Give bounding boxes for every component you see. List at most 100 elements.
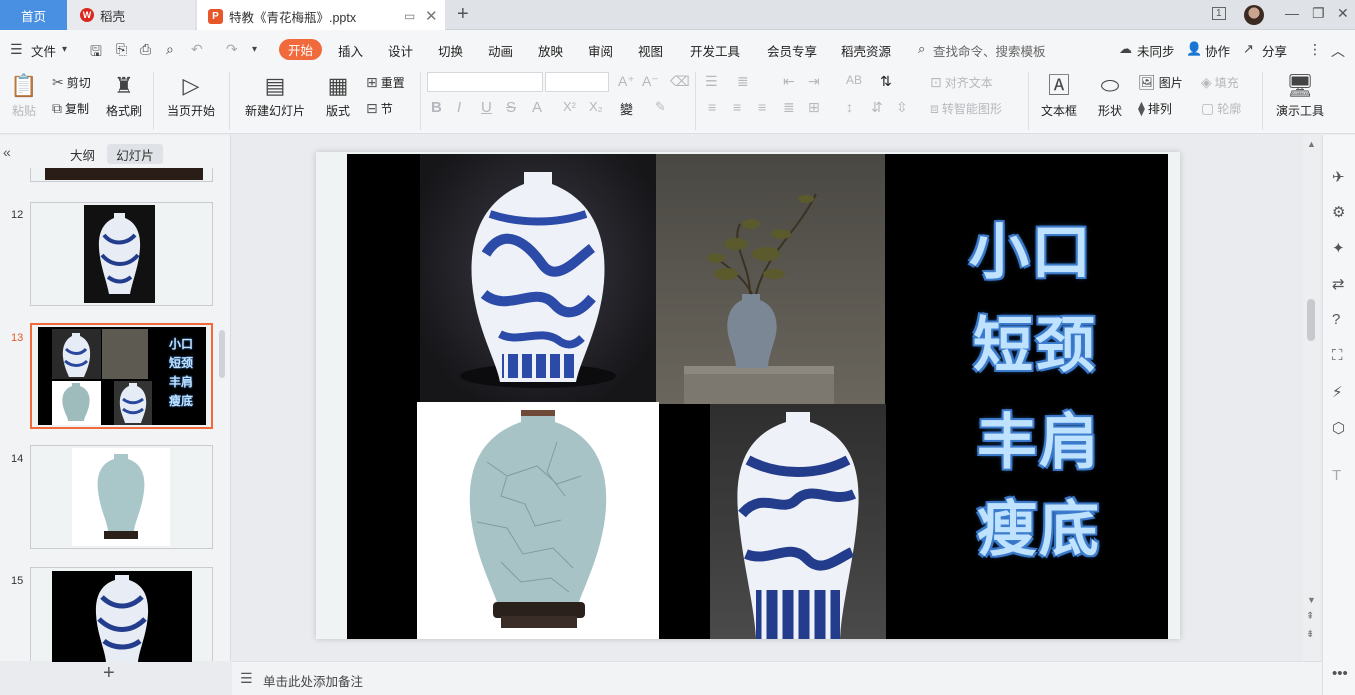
shape-button[interactable]: ⬭ 形状 bbox=[1091, 72, 1129, 119]
animation-pane-icon[interactable]: ✈ bbox=[1332, 168, 1345, 186]
new-tab-plus-icon[interactable]: + bbox=[457, 3, 469, 26]
more-options-icon[interactable]: ⋮ bbox=[1308, 41, 1322, 58]
command-search-input[interactable]: 查找命令、搜索模板 bbox=[933, 41, 1046, 60]
properties-icon[interactable]: ⚙ bbox=[1332, 203, 1345, 221]
pinyin-guide-icon[interactable]: 變 bbox=[620, 99, 633, 118]
subscript-icon[interactable]: X₂ bbox=[589, 99, 603, 114]
minimize-icon[interactable]: — bbox=[1285, 5, 1299, 21]
textbox-button[interactable]: 🄰 文本框 bbox=[1036, 72, 1082, 119]
save-icon[interactable]: 🖫 bbox=[90, 41, 102, 65]
decrease-font-icon[interactable]: A⁻ bbox=[642, 73, 659, 90]
font-color-icon[interactable]: A bbox=[532, 99, 542, 116]
font-size-select[interactable] bbox=[545, 72, 609, 92]
collapse-pane-icon[interactable]: « bbox=[3, 144, 11, 160]
share-button[interactable]: 分享 bbox=[1262, 41, 1287, 60]
dark-vase-with-plant-image[interactable] bbox=[656, 154, 885, 406]
superscript-icon[interactable]: X² bbox=[563, 99, 576, 114]
section-button[interactable]: ⊟ 节 bbox=[366, 100, 393, 117]
slide-text-small-mouth[interactable]: 小口 bbox=[969, 204, 1093, 291]
blue-white-figures-vase-image[interactable] bbox=[710, 404, 886, 639]
tab-outline[interactable]: 大纲 bbox=[70, 145, 95, 164]
scroll-up-arrow-icon[interactable]: ▲ bbox=[1307, 139, 1316, 149]
canvas-scrollbar[interactable]: ▲ ▼ ⇞ ⇟ bbox=[1303, 135, 1320, 661]
page-indicator-icon[interactable]: 1 bbox=[1212, 7, 1226, 20]
menu-insert[interactable]: 插入 bbox=[338, 41, 363, 60]
menu-review[interactable]: 审阅 bbox=[588, 41, 613, 60]
arrange-button[interactable]: ⧫ 排列 bbox=[1138, 100, 1172, 117]
increase-font-icon[interactable]: A⁺ bbox=[618, 73, 635, 90]
text-tool-icon[interactable]: T bbox=[1332, 467, 1341, 484]
transition-pane-icon[interactable]: ⇄ bbox=[1332, 275, 1345, 293]
notes-placeholder[interactable]: 单击此处添加备注 bbox=[263, 671, 363, 690]
align-center-icon[interactable]: ≡ bbox=[733, 99, 741, 115]
tab-slides[interactable]: 幻灯片 bbox=[107, 144, 163, 164]
hamburger-menu-icon[interactable]: ☰ bbox=[10, 41, 23, 58]
picture-button[interactable]: 🖼 图片 bbox=[1138, 74, 1183, 91]
strikethrough-icon[interactable]: S bbox=[506, 99, 516, 116]
distribute-icon[interactable]: ⊞ bbox=[808, 99, 820, 116]
tab-document[interactable]: P 特教《青花梅瓶》.pptx ▭ ✕ bbox=[197, 0, 445, 30]
format-painter-button[interactable]: ♜ 格式刷 bbox=[105, 72, 143, 119]
numbered-list-icon[interactable]: ≣ bbox=[737, 73, 749, 90]
menu-view[interactable]: 视图 bbox=[638, 41, 663, 60]
more-tools-icon[interactable]: ••• bbox=[1332, 665, 1348, 682]
scroll-thumb[interactable] bbox=[1307, 299, 1315, 341]
collaborate-button[interactable]: 协作 bbox=[1205, 41, 1230, 60]
slide-thumbnail-15[interactable] bbox=[30, 567, 213, 662]
line-spacing-icon[interactable]: ↕ bbox=[846, 99, 853, 115]
slide-thumbnail-12[interactable] bbox=[30, 202, 213, 306]
italic-icon[interactable]: I bbox=[457, 99, 461, 116]
layout-button[interactable]: ▦ 版式 bbox=[321, 72, 355, 119]
font-family-select[interactable] bbox=[427, 72, 543, 92]
close-window-icon[interactable]: ✕ bbox=[1337, 5, 1349, 22]
scroll-down-arrow-icon[interactable]: ▼ bbox=[1307, 595, 1316, 605]
menu-animation[interactable]: 动画 bbox=[488, 41, 513, 60]
align-left-icon[interactable]: ≡ bbox=[708, 99, 716, 115]
bold-icon[interactable]: B bbox=[431, 99, 442, 116]
slide-text-thin-base[interactable]: 瘦底 bbox=[977, 481, 1101, 568]
presentation-tools-button[interactable]: 🖥 演示工具 bbox=[1270, 72, 1330, 119]
menu-member[interactable]: 会员专享 bbox=[767, 41, 817, 60]
menu-design[interactable]: 设计 bbox=[388, 41, 413, 60]
align-right-icon[interactable]: ≡ bbox=[758, 99, 766, 115]
highlight-icon[interactable]: ✎ bbox=[655, 99, 666, 115]
tab-close-icon[interactable]: ✕ bbox=[425, 7, 438, 25]
celadon-crackle-vase-image[interactable] bbox=[417, 402, 659, 639]
reset-button[interactable]: ⊞ 重置 bbox=[366, 74, 405, 91]
print-icon[interactable]: ⎙ bbox=[140, 41, 151, 58]
design-ideas-icon[interactable]: ✦ bbox=[1332, 239, 1345, 257]
resources-icon[interactable]: ⛶ bbox=[1332, 347, 1343, 364]
underline-icon[interactable]: U bbox=[481, 99, 492, 116]
align-text-button[interactable]: ⊡ 对齐文本 bbox=[930, 74, 993, 91]
slide-text-full-shoulder[interactable]: 丰肩 bbox=[977, 394, 1101, 481]
tab-daoke[interactable]: W 稻壳 bbox=[67, 0, 195, 30]
new-slide-button[interactable]: ▤ 新建幻灯片 bbox=[240, 72, 310, 119]
bullet-list-icon[interactable]: ☰ bbox=[705, 73, 718, 90]
quick-access-more-icon[interactable]: ▾ bbox=[252, 44, 257, 55]
clear-format-icon[interactable]: ⌫ bbox=[670, 73, 690, 90]
tab-home[interactable]: 首页 bbox=[0, 0, 67, 30]
smart-shape-button[interactable]: ⧈ 转智能图形 bbox=[930, 100, 1002, 117]
tab-pin-icon[interactable]: ▭ bbox=[404, 9, 415, 23]
spacing-menu-icon[interactable]: ⇳ bbox=[896, 99, 908, 116]
redo-icon[interactable]: ↷ bbox=[226, 41, 238, 58]
collapse-ribbon-icon[interactable]: ︿ bbox=[1331, 41, 1345, 61]
menu-home-tab[interactable]: 开始 bbox=[279, 39, 322, 60]
smart-tools-icon[interactable]: ⚡ bbox=[1332, 383, 1343, 401]
copy-button[interactable]: ⧉ 复制 bbox=[52, 100, 89, 117]
slide-13[interactable]: 小口 短颈 丰肩 瘦底 bbox=[347, 154, 1168, 639]
file-chevron-down-icon[interactable]: ▾ bbox=[62, 44, 67, 55]
slide-thumbnail-13-selected[interactable]: 小口 短颈 丰肩 瘦底 bbox=[30, 323, 213, 429]
thumbnail-scrollbar[interactable] bbox=[219, 330, 225, 378]
menu-daoke-resources[interactable]: 稻壳资源 bbox=[841, 41, 891, 60]
fill-button[interactable]: ◈ 填充 bbox=[1201, 74, 1239, 91]
user-avatar[interactable] bbox=[1244, 5, 1264, 25]
sort-icon[interactable]: ⇅ bbox=[880, 73, 892, 90]
slide-text-short-neck[interactable]: 短颈 bbox=[973, 297, 1097, 384]
add-slide-button[interactable]: + bbox=[103, 662, 115, 685]
increase-indent-icon[interactable]: ⇥ bbox=[808, 73, 820, 90]
paragraph-spacing-icon[interactable]: ⇵ bbox=[871, 99, 883, 116]
justify-icon[interactable]: ≣ bbox=[783, 99, 795, 116]
restore-icon[interactable]: ❐ bbox=[1312, 5, 1325, 22]
help-icon[interactable]: ? bbox=[1332, 311, 1340, 328]
